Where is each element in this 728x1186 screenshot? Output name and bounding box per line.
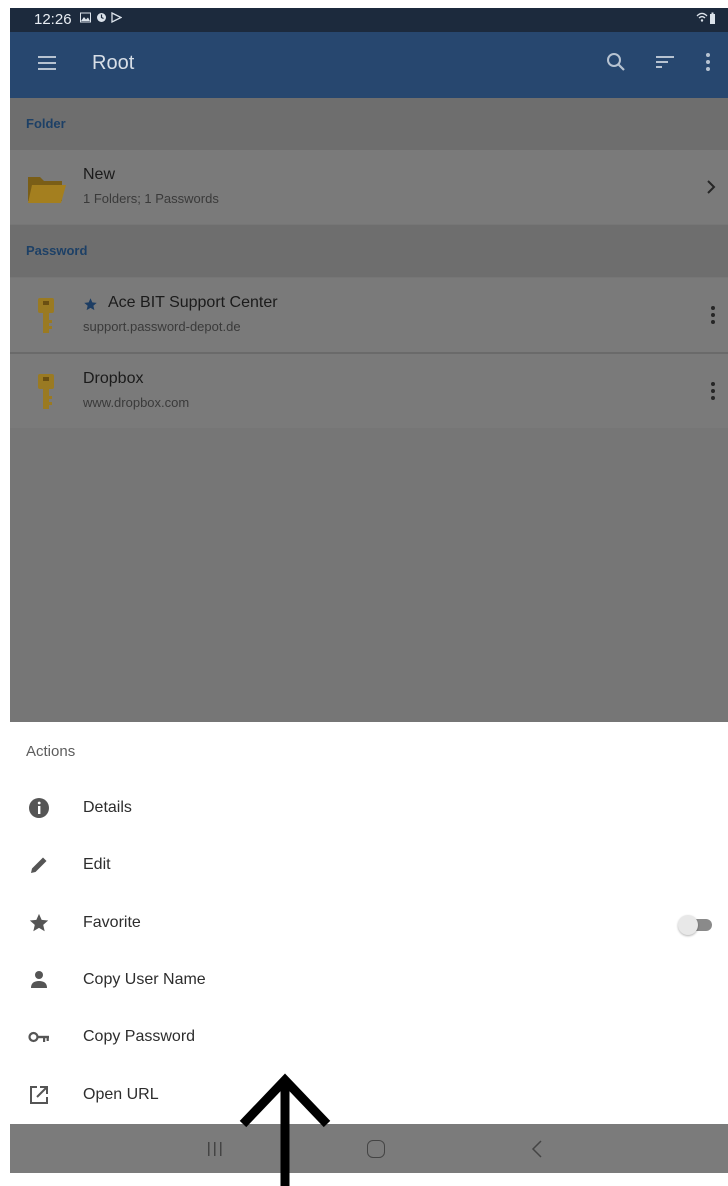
status-bar: 12:26	[10, 8, 728, 32]
back-icon[interactable]	[530, 1139, 544, 1159]
action-label: Edit	[83, 856, 111, 873]
folder-details: 1 Folders; 1 Passwords	[83, 191, 219, 206]
wifi-battery-icon	[696, 12, 715, 24]
key-icon	[28, 1031, 49, 1043]
favorite-star-icon	[84, 298, 97, 311]
toggle-knob	[678, 915, 698, 935]
actions-bottom-sheet: Actions Details Edit Favorite Copy User …	[10, 722, 728, 1124]
action-copy-user-name[interactable]: Copy User Name	[10, 955, 728, 1007]
action-label: Copy User Name	[83, 971, 206, 988]
sheet-heading: Actions	[26, 743, 76, 760]
password-name: Dropbox	[83, 370, 144, 387]
folder-name: New	[83, 166, 116, 183]
open-external-icon	[30, 1086, 48, 1104]
home-icon[interactable]	[367, 1140, 385, 1158]
key-icon	[38, 374, 54, 409]
action-label: Open URL	[83, 1086, 159, 1103]
item-menu-icon[interactable]	[710, 305, 716, 325]
section-title: Folder	[26, 116, 66, 131]
play-notification-icon	[111, 12, 122, 23]
status-time: 12:26	[34, 11, 72, 28]
section-header-password: Password	[10, 225, 728, 277]
recents-icon[interactable]	[206, 1141, 224, 1157]
person-icon	[31, 971, 47, 988]
folder-item-new[interactable]: New 1 Folders; 1 Passwords	[10, 150, 728, 224]
action-label: Copy Password	[83, 1028, 196, 1045]
action-label: Details	[83, 799, 132, 816]
info-icon	[29, 798, 49, 818]
star-icon	[29, 913, 49, 932]
entry-list: Folder New 1 Folders; 1 Passwords Passwo…	[10, 98, 728, 722]
password-item[interactable]: Ace BIT Support Center support.password-…	[10, 278, 728, 352]
page-title: Root	[92, 52, 135, 74]
password-name: Ace BIT Support Center	[108, 294, 278, 311]
action-open-url[interactable]: Open URL	[10, 1070, 728, 1122]
favorite-toggle[interactable]	[678, 914, 712, 935]
overflow-menu-icon[interactable]	[702, 50, 714, 74]
sync-notification-icon	[97, 13, 106, 22]
pencil-icon	[31, 857, 47, 873]
item-menu-icon[interactable]	[710, 381, 716, 401]
action-details[interactable]: Details	[10, 783, 728, 835]
key-icon	[38, 298, 54, 333]
up-arrow-annotation-icon	[239, 1073, 331, 1186]
system-nav-bar	[10, 1124, 728, 1173]
chevron-right-icon	[707, 180, 716, 194]
action-label: Favorite	[83, 914, 141, 931]
password-url: support.password-depot.de	[83, 319, 241, 334]
section-title: Password	[26, 243, 88, 258]
search-icon[interactable]	[604, 50, 628, 74]
gallery-notification-icon	[80, 12, 91, 23]
action-copy-password[interactable]: Copy Password	[10, 1012, 728, 1064]
sort-icon[interactable]	[654, 53, 676, 71]
action-edit[interactable]: Edit	[10, 840, 728, 892]
action-favorite[interactable]: Favorite	[10, 898, 728, 950]
folder-icon	[28, 177, 66, 203]
app-bar: Root	[10, 32, 728, 98]
screen: 12:26 Root Folder New 1 Folders; 1 Passw…	[10, 8, 728, 1173]
password-url: www.dropbox.com	[83, 395, 190, 410]
password-item[interactable]: Dropbox www.dropbox.com	[10, 354, 728, 428]
hamburger-menu-icon[interactable]	[36, 52, 58, 74]
section-header-folder: Folder	[10, 98, 728, 150]
